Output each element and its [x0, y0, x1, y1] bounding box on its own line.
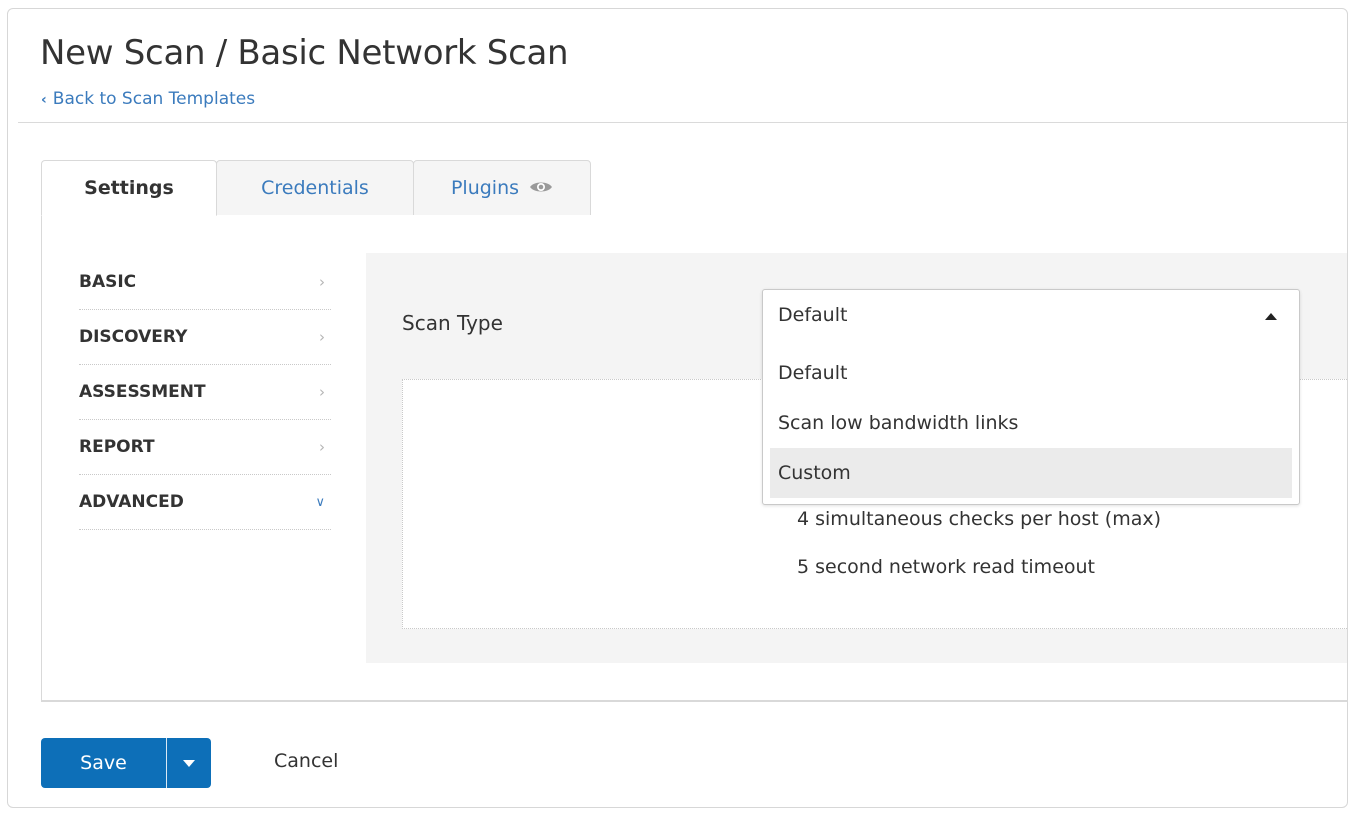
sidebar-item-report[interactable]: REPORT ›	[79, 420, 331, 475]
chevron-left-icon: ‹	[41, 92, 47, 108]
caret-up-icon[interactable]	[1265, 313, 1277, 320]
sidebar-item-label: DISCOVERY	[79, 327, 188, 347]
sidebar-item-label: BASIC	[79, 272, 137, 292]
tab-settings[interactable]: Settings	[41, 160, 217, 216]
save-options-button[interactable]	[167, 738, 211, 788]
header-divider	[18, 122, 1347, 123]
tab-credentials[interactable]: Credentials	[216, 160, 414, 216]
tab-plugins[interactable]: Plugins	[413, 160, 591, 216]
sidebar-item-label: ADVANCED	[79, 492, 184, 512]
scan-type-select[interactable]: Default Default Scan low bandwidth links…	[762, 289, 1300, 505]
tab-settings-label: Settings	[84, 177, 174, 199]
option-custom[interactable]: Custom	[770, 448, 1292, 498]
sidebar-item-basic[interactable]: BASIC ›	[79, 255, 331, 310]
sidebar-item-advanced[interactable]: ADVANCED ∨	[79, 475, 331, 530]
settings-main-panel: Scan Type 4 simultaneous checks per host…	[366, 253, 1347, 663]
page-title: New Scan / Basic Network Scan	[40, 33, 569, 73]
cancel-button[interactable]: Cancel	[274, 750, 338, 772]
sidebar-item-discovery[interactable]: DISCOVERY ›	[79, 310, 331, 365]
back-link-label: Back to Scan Templates	[52, 89, 256, 109]
chevron-down-icon: ∨	[315, 494, 325, 510]
scan-type-label: Scan Type	[402, 311, 503, 335]
caret-down-icon	[183, 759, 195, 767]
option-default[interactable]: Default	[770, 348, 1292, 398]
tab-plugins-label: Plugins	[450, 177, 520, 199]
eye-icon	[529, 177, 553, 199]
chevron-right-icon: ›	[319, 328, 325, 346]
sidebar-item-label: ASSESSMENT	[79, 382, 206, 402]
sidebar-item-label: REPORT	[79, 437, 155, 457]
scan-type-options: Default Scan low bandwidth links Custom	[770, 348, 1292, 498]
detail-read-timeout: 5 second network read timeout	[797, 556, 1095, 578]
scan-type-selected-value: Default	[778, 304, 848, 326]
chevron-right-icon: ›	[319, 438, 325, 456]
sidebar-item-assessment[interactable]: ASSESSMENT ›	[79, 365, 331, 420]
settings-content: BASIC › DISCOVERY › ASSESSMENT › REPORT …	[41, 215, 1347, 701]
split-divider	[166, 738, 167, 788]
back-to-templates-link[interactable]: ‹ Back to Scan Templates	[41, 89, 255, 109]
chevron-right-icon: ›	[319, 273, 325, 291]
footer-divider	[41, 701, 1347, 702]
chevron-right-icon: ›	[319, 383, 325, 401]
settings-sidebar: BASIC › DISCOVERY › ASSESSMENT › REPORT …	[79, 255, 331, 530]
option-scan-low-bandwidth[interactable]: Scan low bandwidth links	[770, 398, 1292, 448]
save-button[interactable]: Save	[41, 738, 166, 788]
save-button-group: Save	[41, 738, 211, 788]
tab-bar: Settings Credentials Plugins	[41, 160, 1347, 216]
tab-credentials-label: Credentials	[261, 177, 369, 199]
detail-checks-per-host: 4 simultaneous checks per host (max)	[797, 508, 1162, 530]
scan-panel: New Scan / Basic Network Scan ‹ Back to S…	[7, 8, 1348, 808]
